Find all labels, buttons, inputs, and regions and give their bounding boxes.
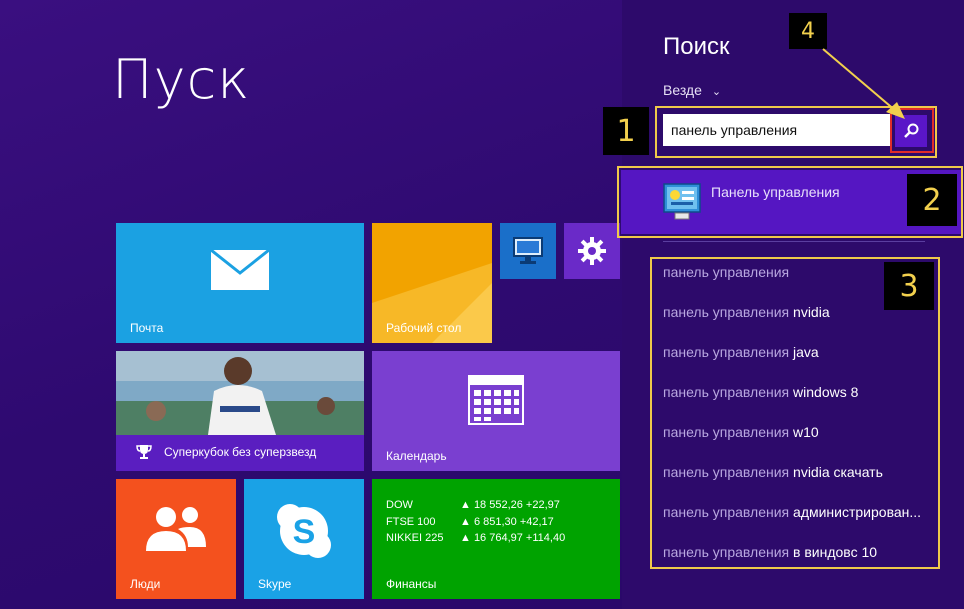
annotation-badge-2: 2 bbox=[907, 174, 957, 226]
results-divider bbox=[663, 241, 925, 242]
tile-mail[interactable]: Почта bbox=[116, 223, 364, 343]
annotation-box-search-button bbox=[890, 108, 934, 153]
envelope-icon bbox=[210, 249, 270, 290]
sports-photo bbox=[116, 351, 364, 435]
finance-value: ▲ 16 764,97 +114,40 bbox=[460, 532, 566, 544]
tile-finance-label: Финансы bbox=[386, 577, 437, 591]
annotation-badge-1: 1 bbox=[603, 107, 649, 155]
search-scope-label: Везде bbox=[663, 82, 702, 98]
svg-text:S: S bbox=[293, 513, 316, 551]
tile-sports[interactable]: Суперкубок без суперзвезд bbox=[116, 351, 364, 471]
finance-index: NIKKEI 225 bbox=[386, 532, 444, 544]
gear-icon bbox=[578, 237, 606, 265]
tile-calendar[interactable]: Календарь bbox=[372, 351, 620, 471]
tile-sports-label: Суперкубок без суперзвезд bbox=[164, 445, 317, 459]
tile-desktop-label: Рабочий стол bbox=[386, 321, 462, 335]
tile-skype-label: Skype bbox=[258, 577, 292, 591]
trophy-icon bbox=[136, 445, 152, 459]
calendar-icon bbox=[468, 375, 524, 425]
search-title: Поиск bbox=[663, 33, 730, 60]
tile-people-label: Люди bbox=[130, 577, 161, 591]
tile-settings[interactable] bbox=[564, 223, 620, 279]
start-title: Пуск bbox=[112, 48, 251, 111]
annotation-badge-3: 3 bbox=[884, 262, 934, 310]
chevron-down-icon: ⌄ bbox=[711, 86, 722, 98]
search-scope-dropdown[interactable]: Везде ⌄ bbox=[663, 82, 721, 98]
skype-icon: S bbox=[277, 504, 331, 558]
finance-row: FTSE 100 ▲ 6 851,30 +42,17 bbox=[386, 516, 606, 528]
tile-finance[interactable]: DOW ▲ 18 552,26 +22,97 FTSE 100 ▲ 6 851,30… bbox=[372, 479, 620, 599]
people-icon bbox=[146, 507, 206, 551]
tile-calendar-label: Календарь bbox=[386, 449, 447, 463]
monitor-icon bbox=[513, 237, 543, 264]
finance-value: ▲ 6 851,30 +42,17 bbox=[460, 516, 554, 528]
tile-skype[interactable]: S Skype bbox=[244, 479, 364, 599]
annotation-badge-4: 4 bbox=[789, 13, 827, 49]
finance-row: DOW ▲ 18 552,26 +22,97 bbox=[386, 499, 606, 511]
tile-this-pc[interactable] bbox=[500, 223, 556, 279]
tile-people[interactable]: Люди bbox=[116, 479, 236, 599]
finance-index: FTSE 100 bbox=[386, 516, 436, 528]
finance-value: ▲ 18 552,26 +22,97 bbox=[460, 499, 560, 511]
finance-row: NIKKEI 225 ▲ 16 764,97 +114,40 bbox=[386, 532, 616, 544]
finance-index: DOW bbox=[386, 499, 413, 511]
tile-desktop[interactable]: Рабочий стол bbox=[372, 223, 492, 343]
tile-mail-label: Почта bbox=[130, 321, 164, 335]
